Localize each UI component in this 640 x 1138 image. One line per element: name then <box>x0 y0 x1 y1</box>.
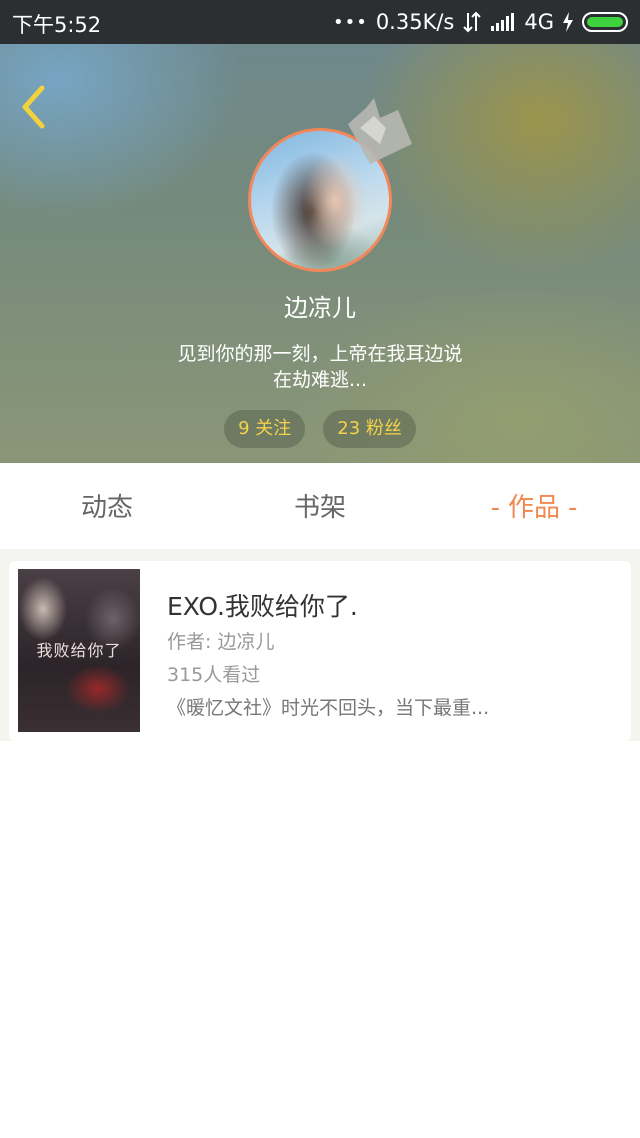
status-bar: 下午5:52 ••• 0.35K/s 4G <box>0 0 640 44</box>
network-type: 4G <box>524 10 554 34</box>
more-dots-icon: ••• <box>332 11 368 33</box>
tab-active-dash-right: - <box>568 493 578 523</box>
bio-line-1: 见到你的那一刻，上帝在我耳边说 <box>177 343 463 365</box>
book-cover[interactable]: 我败给你了 <box>18 569 140 732</box>
tab-active-dash-left: - <box>490 493 500 523</box>
following-count[interactable]: 9 关注 <box>224 410 306 448</box>
bio-line-2: 在劫难逃... <box>272 369 368 391</box>
tab-dynamic[interactable]: 动态 <box>40 463 174 549</box>
followers-count[interactable]: 23 粉丝 <box>323 410 416 448</box>
book-author: 作者: 边凉儿 <box>167 631 275 653</box>
chevron-left-icon <box>22 85 45 129</box>
nickname: 边凉儿 <box>284 294 356 322</box>
charging-bolt-icon <box>562 12 574 32</box>
crown-icon <box>348 98 412 164</box>
tab-works[interactable]: - 作品 - <box>460 463 608 549</box>
book-title: EXO.我败给你了. <box>167 592 358 621</box>
stats-row: 9 关注 23 粉丝 <box>0 410 640 448</box>
network-speed: 0.35K/s <box>375 10 455 34</box>
status-time: 下午5:52 <box>12 13 102 37</box>
tab-bookshelf[interactable]: 书架 <box>253 463 387 549</box>
signal-icon <box>490 12 516 32</box>
back-button[interactable] <box>16 82 52 132</box>
profile-header: 边凉儿 见到你的那一刻，上帝在我耳边说 在劫难逃... 9 关注 23 粉丝 <box>0 0 640 463</box>
status-indicators: ••• 0.35K/s 4G <box>333 9 628 35</box>
bio: 见到你的那一刻，上帝在我耳边说 在劫难逃... <box>120 341 520 393</box>
book-description: 《暖忆文社》时光不回头，当下最重... <box>167 697 490 719</box>
tab-works-label: 作品 <box>507 493 560 523</box>
profile-tabs: 动态 书架 - 作品 - <box>0 463 640 549</box>
book-views: 315人看过 <box>167 664 261 686</box>
work-card[interactable]: 我败给你了 EXO.我败给你了. 作者: 边凉儿 315人看过 《暖忆文社》时光… <box>9 561 631 741</box>
book-cover-title: 我败给你了 <box>36 641 122 660</box>
battery-level <box>587 17 623 27</box>
battery-icon <box>582 12 628 32</box>
data-arrows-icon <box>462 11 482 33</box>
